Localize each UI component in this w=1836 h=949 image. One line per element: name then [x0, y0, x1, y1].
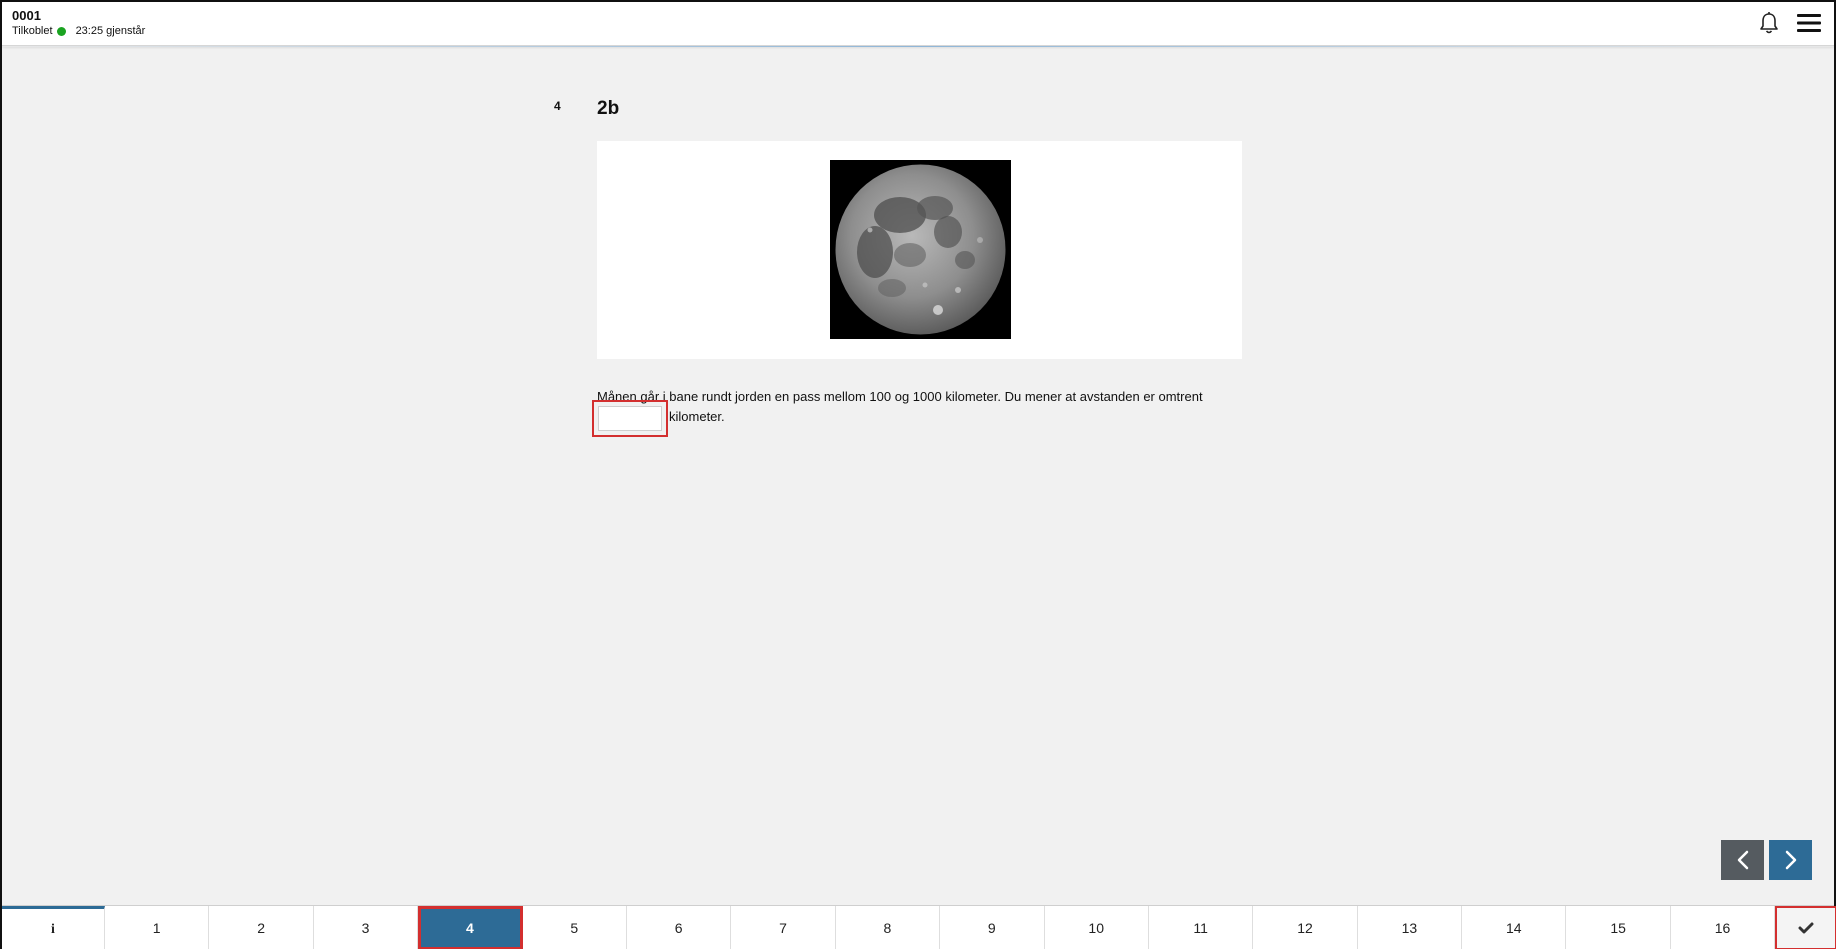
- question-number: 4: [554, 99, 561, 113]
- question-text: Månen går i bane rundt jorden en pass me…: [597, 389, 1203, 404]
- bell-icon[interactable]: [1758, 11, 1780, 35]
- connection-status: Tilkoblet: [12, 25, 53, 37]
- chevron-right-icon: [1785, 850, 1796, 870]
- top-header: 0001 Tilkoblet 23:25 gjenstår: [2, 2, 1834, 47]
- nav-question-12[interactable]: 12: [1253, 906, 1358, 949]
- status-row: Tilkoblet 23:25 gjenstår: [12, 25, 145, 37]
- candidate-id: 0001: [12, 8, 41, 23]
- distance-answer-input[interactable]: [598, 406, 662, 431]
- nav-question-2[interactable]: 2: [209, 906, 314, 949]
- info-tab[interactable]: i: [2, 906, 105, 949]
- nav-question-14[interactable]: 14: [1462, 906, 1567, 949]
- question-title: 2b: [597, 98, 620, 119]
- time-remaining: 23:25 gjenstår: [75, 25, 146, 37]
- nav-question-1[interactable]: 1: [105, 906, 210, 949]
- nav-question-6[interactable]: 6: [627, 906, 732, 949]
- info-icon: i: [51, 921, 55, 937]
- nav-question-3[interactable]: 3: [314, 906, 419, 949]
- checkmark-icon: [1798, 922, 1814, 934]
- nav-question-16[interactable]: 16: [1671, 906, 1776, 949]
- nav-question-4-active[interactable]: 4: [418, 906, 523, 949]
- nav-question-5[interactable]: 5: [523, 906, 627, 949]
- nav-question-7[interactable]: 7: [731, 906, 836, 949]
- answer-unit-label: kilometer.: [669, 409, 725, 424]
- nav-question-11[interactable]: 11: [1149, 906, 1254, 949]
- nav-question-9[interactable]: 9: [940, 906, 1045, 949]
- question-navigation-bar: i 1 2 3 4 5 6 7 8 9 10 11 12 13 14 15 16: [2, 905, 1836, 949]
- nav-question-8[interactable]: 8: [836, 906, 941, 949]
- image-panel: [597, 141, 1242, 359]
- answer-field-highlight: [592, 400, 668, 437]
- nav-question-13[interactable]: 13: [1358, 906, 1463, 949]
- header-accent-line: [2, 46, 1834, 47]
- moon-image: [830, 160, 1011, 339]
- next-question-button[interactable]: [1769, 840, 1812, 880]
- previous-question-button[interactable]: [1721, 840, 1764, 880]
- hamburger-menu-icon[interactable]: [1796, 11, 1822, 35]
- finish-button[interactable]: [1775, 906, 1836, 949]
- nav-question-15[interactable]: 15: [1566, 906, 1671, 949]
- nav-question-10[interactable]: 10: [1045, 906, 1149, 949]
- connection-status-dot: [56, 26, 66, 36]
- chevron-left-icon: [1737, 850, 1748, 870]
